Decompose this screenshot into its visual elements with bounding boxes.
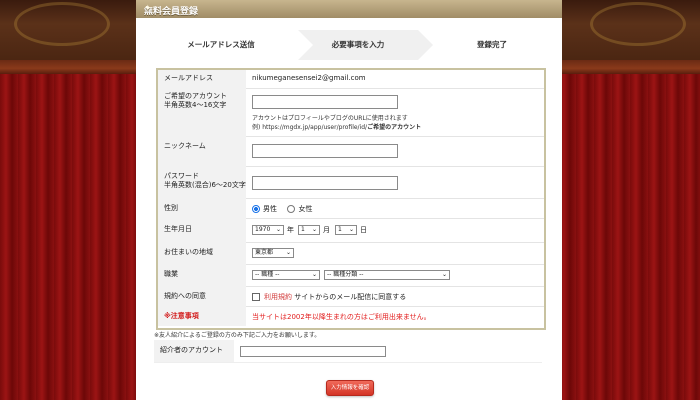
birthdate-label: 生年月日: [158, 218, 246, 242]
month-unit: 月: [323, 226, 330, 234]
birthdate-selects: 1970 ⌄ 年 1 ⌄ 月 1 ⌄ 日: [252, 225, 540, 242]
account-label-main: ご希望のアカウント: [164, 92, 227, 100]
account-note-bold: ご希望のアカウント: [367, 124, 422, 131]
caution-text: 当サイトは2002年以降生まれの方はご利用出来ません。: [252, 313, 431, 321]
region-value: 東京都: [255, 249, 274, 256]
password-value-cell: [252, 166, 540, 198]
password-label: パスワード 半角英数(混合)6～20文字: [158, 166, 246, 198]
caution-row: ※注意事項 当サイトは2002年以降生まれの方はご利用出来ません。: [158, 306, 544, 326]
occupation-row: 職業 -- 職種 -- ⌄ -- 職種分類 -- ⌄: [158, 264, 544, 287]
terms-link[interactable]: 利用規約: [264, 293, 292, 301]
occupation-label: 職業: [158, 264, 246, 286]
registration-card: 無料会員登録 ✦ メールアドレス送信 必要事項を入力 登録完了 メールアドレス …: [136, 0, 562, 400]
agreement-checkbox[interactable]: [252, 293, 260, 301]
email-label: メールアドレス: [158, 70, 246, 88]
occupation-category-select[interactable]: -- 職種分類 -- ⌄: [324, 270, 450, 280]
account-note-1: アカウントはプロフィールやブログのURLに使用されます: [252, 115, 408, 122]
chevron-down-icon: ⌄: [311, 226, 317, 233]
password-input[interactable]: [252, 176, 398, 190]
chevron-down-icon: ⌄: [348, 226, 354, 233]
agreement-cell: 利用規約 サイトからのメール配信に同意する: [252, 286, 540, 306]
progress-steps: メールアドレス送信 必要事項を入力 登録完了: [156, 30, 544, 60]
agreement-row: 規約への同意 利用規約 サイトからのメール配信に同意する: [158, 286, 544, 307]
account-note-2: 例) https://mgdx.jp/app/user/profile/id/ご…: [252, 123, 421, 132]
chevron-down-icon: ⌄: [441, 271, 447, 278]
nickname-row: ニックネーム: [158, 136, 544, 167]
nickname-value-cell: [252, 136, 540, 166]
registration-form: メールアドレス nikumeganesensei2@gmail.com ご希望の…: [156, 68, 546, 330]
gender-female-label: 女性: [298, 205, 313, 213]
region-cell: 東京都 ⌄: [252, 248, 540, 264]
occupation-category-value: -- 職種分類 --: [327, 271, 364, 278]
birth-day-value: 1: [338, 226, 342, 233]
gender-options: 男性 女性: [252, 198, 540, 218]
occupation-select[interactable]: -- 職種 -- ⌄: [252, 270, 320, 280]
caution-label: ※注意事項: [158, 306, 246, 326]
region-select[interactable]: 東京都 ⌄: [252, 248, 294, 258]
nickname-input[interactable]: [252, 144, 398, 158]
gender-radio-male[interactable]: [252, 205, 260, 213]
account-value-cell: アカウントはプロフィールやブログのURLに使用されます 例) https://m…: [252, 88, 540, 136]
birth-year-select[interactable]: 1970 ⌄: [252, 225, 284, 235]
email-value: nikumeganesensei2@gmail.com: [252, 74, 366, 82]
nickname-label: ニックネーム: [158, 136, 246, 166]
ornament: [14, 2, 110, 46]
year-unit: 年: [287, 226, 294, 234]
gender-radio-female[interactable]: [287, 205, 296, 213]
birthdate-row: 生年月日 1970 ⌄ 年 1 ⌄ 月 1 ⌄ 日: [158, 218, 544, 243]
birth-day-select[interactable]: 1 ⌄: [335, 225, 357, 235]
password-row: パスワード 半角英数(混合)6～20文字: [158, 166, 544, 199]
account-note-url: 例) https://mgdx.jp/app/user/profile/id/: [252, 124, 368, 131]
day-unit: 日: [360, 226, 367, 234]
step-input-current: 必要事項を入力: [298, 30, 433, 60]
birth-year-value: 1970: [255, 226, 271, 233]
chevron-down-icon: ⌄: [285, 249, 291, 256]
confirm-button[interactable]: 入力情報を確認: [326, 380, 374, 396]
region-row: お住まいの地域 東京都 ⌄: [158, 242, 544, 265]
email-row: メールアドレス nikumeganesensei2@gmail.com: [158, 70, 544, 89]
password-label-hint: 半角英数(混合)6～20文字: [164, 181, 246, 189]
title-bar: 無料会員登録 ✦: [136, 0, 562, 18]
referrer-label: 紹介者のアカウント: [154, 340, 234, 362]
agreement-label: 規約への同意: [158, 286, 246, 306]
agreement-text: サイトからのメール配信に同意する: [294, 293, 407, 301]
step-complete: 登録完了: [477, 40, 507, 49]
birth-month-value: 1: [301, 226, 305, 233]
gender-male-label: 男性: [263, 205, 277, 213]
referrer-input[interactable]: [240, 346, 386, 357]
account-label: ご希望のアカウント 半角英数4～16文字: [158, 88, 246, 136]
ornament: [590, 2, 686, 46]
sparkle-icon: ✦: [144, 4, 152, 14]
occupation-cell: -- 職種 -- ⌄ -- 職種分類 -- ⌄: [252, 270, 540, 286]
chevron-down-icon: ⌄: [275, 226, 281, 233]
password-label-main: パスワード: [164, 172, 199, 180]
step-email: メールアドレス送信: [187, 40, 255, 49]
birth-month-select[interactable]: 1 ⌄: [298, 225, 320, 235]
account-row: ご希望のアカウント 半角英数4～16文字 アカウントはプロフィールやブログのUR…: [158, 88, 544, 137]
account-label-hint: 半角英数4～16文字: [164, 101, 227, 109]
account-input[interactable]: [252, 95, 398, 109]
occupation-value: -- 職種 --: [255, 271, 280, 278]
region-label: お住まいの地域: [158, 242, 246, 264]
gender-label: 性別: [158, 198, 246, 218]
chevron-down-icon: ⌄: [311, 271, 317, 278]
gender-row: 性別 男性 女性: [158, 198, 544, 219]
referrer-row: 紹介者のアカウント: [154, 340, 542, 363]
referral-note: ※友人紹介によるご登録の方のみ下記ご入力をお願いします。: [154, 332, 321, 339]
